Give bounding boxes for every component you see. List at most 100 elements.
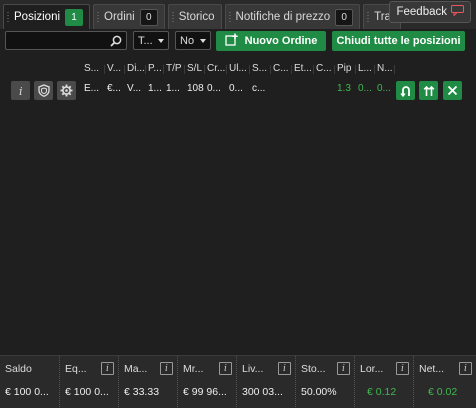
u-turn-icon [399, 85, 410, 97]
col-header[interactable]: L... [356, 63, 375, 74]
summary-net-pl: Net... i € 0.02 [413, 356, 476, 408]
close-position-button[interactable] [443, 81, 462, 100]
double-position-button[interactable] [419, 81, 438, 100]
col-header[interactable]: N... [375, 63, 395, 74]
cell-pips: 1.3 [337, 83, 351, 94]
col-header[interactable]: Ul... [227, 63, 250, 74]
tab-label: Storico [178, 11, 215, 23]
col-header[interactable]: S... [250, 63, 271, 74]
info-icon[interactable]: i [11, 81, 30, 100]
summary-balance: Saldo € 100 0... [0, 356, 59, 408]
summary-value: € 100 0... [5, 386, 49, 398]
col-header[interactable]: S... [82, 63, 105, 74]
feedback-label: Feedback [396, 6, 447, 18]
search-icon[interactable] [110, 35, 122, 50]
summary-value: € 99 96... [183, 386, 227, 398]
account-summary: Saldo € 100 0... Eq... i € 100 0... Ma..… [0, 355, 476, 408]
table-row[interactable]: i E... €... V... 1... 1... 108 0... 0...… [0, 80, 476, 102]
cell-tp: 1... [166, 83, 180, 94]
new-order-button[interactable]: Nuovo Ordine [216, 31, 326, 51]
reverse-position-button[interactable] [396, 81, 415, 100]
cell-net: 0... [377, 83, 391, 94]
cell: €... [107, 83, 121, 94]
tab-label: Posizioni [14, 11, 61, 23]
summary-label: Mr... [183, 363, 204, 375]
cell: 0... [229, 83, 243, 94]
svg-text:i: i [19, 85, 23, 96]
cell-symbol: E... [84, 83, 100, 94]
grid-header: S... V... Di... P... T/P S/L Cr... Ul...… [82, 57, 395, 79]
info-icon[interactable]: i [101, 362, 114, 375]
cell [271, 83, 292, 94]
info-icon[interactable]: i [160, 362, 173, 375]
summary-label: Ma... [124, 363, 148, 375]
col-header[interactable]: Cr... [205, 63, 227, 74]
tab-label: Tra [374, 11, 391, 23]
chat-bubble-icon [451, 5, 464, 19]
cell-sl: 108 [187, 83, 204, 94]
close-all-label: Chiudi tutte le posizioni [336, 35, 461, 47]
summary-label: Saldo [5, 363, 32, 375]
tab-posizioni[interactable]: Posizioni 1 [3, 4, 91, 29]
row-cells: E... €... V... 1... 1... 108 0... 0... c… [82, 83, 395, 94]
summary-value: 300 03... [242, 386, 283, 398]
col-header[interactable]: V... [105, 63, 125, 74]
summary-equity: Eq... i € 100 0... [59, 356, 118, 408]
tab-notifiche[interactable]: Notifiche di prezzo 0 [224, 4, 361, 29]
new-order-icon [224, 33, 239, 49]
col-header[interactable]: C... [314, 63, 335, 74]
col-header[interactable]: P... [146, 63, 164, 74]
count-badge: 0 [335, 8, 354, 26]
filter-select[interactable]: T... [133, 31, 169, 50]
tab-ordini[interactable]: Ordini 0 [93, 4, 165, 29]
summary-gross-pl: Lor... i € 0.12 [354, 356, 413, 408]
col-header[interactable]: T/P [164, 63, 185, 74]
info-icon[interactable]: i [396, 362, 409, 375]
close-all-positions-button[interactable]: Chiudi tutte le posizioni [332, 31, 465, 51]
tab-label: Notifiche di prezzo [235, 11, 331, 23]
summary-label: Eq... [65, 363, 87, 375]
summary-stop-out: Sto... i 50.00% [295, 356, 354, 408]
count-badge: 1 [65, 8, 84, 26]
search-input[interactable] [6, 32, 114, 49]
positions-panel: Posizioni 1 Ordini 0 Storico Notifiche d… [0, 0, 476, 408]
summary-margin: Ma... i € 33.33 [118, 356, 177, 408]
summary-free-margin: Mr... i € 99 96... [177, 356, 236, 408]
shield-icon[interactable] [34, 81, 53, 100]
gear-icon[interactable] [57, 81, 76, 100]
summary-value: 50.00% [301, 386, 337, 398]
no-select[interactable]: No [175, 31, 211, 50]
double-up-arrow-icon [423, 85, 434, 96]
col-header[interactable]: Et... [292, 63, 314, 74]
info-icon[interactable]: i [459, 362, 472, 375]
cell-direction: V... [127, 83, 142, 94]
count-badge: 0 [139, 8, 158, 26]
cell [292, 83, 314, 94]
new-order-label: Nuovo Ordine [244, 35, 318, 47]
summary-value: € 0.12 [367, 386, 397, 398]
no-select-value: No [180, 34, 195, 47]
info-icon[interactable]: i [337, 362, 350, 375]
col-header[interactable]: Di... [125, 63, 146, 74]
feedback-button[interactable]: Feedback [389, 1, 471, 23]
chevron-down-icon [200, 39, 206, 43]
cell: 0... [207, 83, 221, 94]
col-header[interactable]: C... [271, 63, 292, 74]
tab-storico[interactable]: Storico [167, 4, 222, 29]
chevron-down-icon [158, 39, 164, 43]
col-header[interactable]: S/L [185, 63, 205, 74]
col-header[interactable]: Pip [335, 63, 356, 74]
info-icon[interactable]: i [278, 362, 291, 375]
cell [314, 83, 335, 94]
summary-value: € 33.33 [124, 386, 160, 398]
info-icon[interactable]: i [219, 362, 232, 375]
summary-value: € 0.02 [428, 386, 458, 398]
cell: c... [252, 83, 266, 94]
filter-select-value: T... [138, 34, 153, 47]
summary-margin-level: Liv... i 300 03... [236, 356, 295, 408]
close-icon [447, 85, 458, 96]
summary-label: Net... [419, 363, 445, 375]
summary-label: Lor... [360, 363, 384, 375]
summary-label: Liv... [242, 363, 264, 375]
tab-label: Ordini [104, 11, 135, 23]
